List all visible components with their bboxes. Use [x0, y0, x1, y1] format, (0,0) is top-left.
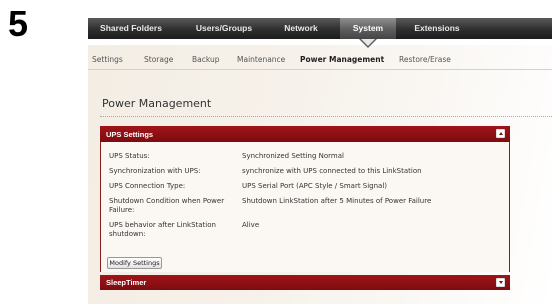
top-navigation-bar: Shared Folders Users/Groups Network Syst… [88, 18, 552, 39]
ups-settings-title: UPS Settings [106, 129, 154, 139]
ups-behavior-label: UPS behavior after LinkStation shutdown: [109, 221, 216, 238]
page-title: Power Management [102, 97, 212, 110]
expand-down-icon[interactable] [496, 278, 505, 287]
sleeptimer-panel-header[interactable]: SleepTimer [100, 275, 510, 290]
active-tab-arrow-inner [361, 39, 375, 46]
ups-status-label: UPS Status: [109, 152, 150, 160]
ups-connection-value: UPS Serial Port (APC Style / Smart Signa… [242, 182, 388, 190]
ups-shutdown-label: Shutdown Condition when Power Failure: [109, 197, 225, 214]
subnav-item-backup[interactable]: Backup [192, 55, 220, 64]
tab-network[interactable]: Network [276, 18, 326, 39]
step-number: 5 [8, 3, 29, 44]
ups-behavior-value: Alive [242, 221, 260, 229]
title-divider [100, 116, 552, 117]
ups-settings-panel-header[interactable]: UPS Settings [100, 126, 510, 142]
ups-settings-panel-body: UPS Status: Synchronized Setting Normal … [100, 142, 510, 272]
ups-sync-value: synchronize with UPS connected to this L… [242, 167, 422, 175]
subnav-divider [88, 69, 552, 70]
subnav-item-power-management[interactable]: Power Management [300, 55, 384, 64]
ups-shutdown-value: Shutdown LinkStation after 5 Minutes of … [242, 197, 432, 205]
ups-status-value: Synchronized Setting Normal [242, 152, 344, 160]
sub-navigation: Settings Storage Backup Maintenance Powe… [88, 49, 552, 69]
modify-settings-button[interactable]: Modify Settings [107, 257, 162, 269]
sleeptimer-title: SleepTimer [106, 278, 147, 287]
tab-users-groups[interactable]: Users/Groups [188, 18, 260, 39]
tab-shared-folders[interactable]: Shared Folders [94, 18, 168, 39]
subnav-item-storage[interactable]: Storage [144, 55, 173, 64]
ups-sync-label: Synchronization with UPS: [109, 167, 201, 175]
subnav-item-settings[interactable]: Settings [92, 55, 123, 64]
subnav-item-maintenance[interactable]: Maintenance [237, 55, 285, 64]
collapse-up-icon[interactable] [496, 129, 505, 138]
tab-extensions[interactable]: Extensions [406, 18, 468, 39]
tab-system[interactable]: System [340, 18, 396, 39]
ups-connection-label: UPS Connection Type: [109, 182, 186, 190]
subnav-item-restore-erase[interactable]: Restore/Erase [399, 55, 451, 64]
